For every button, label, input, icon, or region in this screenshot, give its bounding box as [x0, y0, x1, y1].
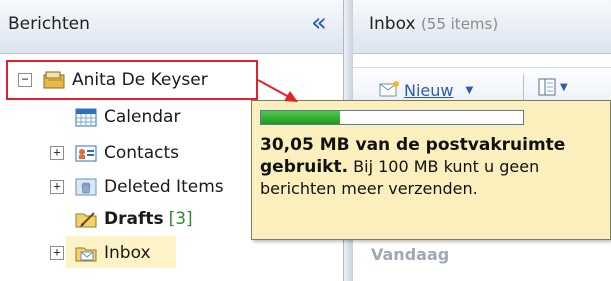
quota-progress-fill: [261, 111, 340, 124]
inbox-icon: [75, 247, 97, 262]
new-message-button[interactable]: Nieuw ▼: [378, 80, 473, 100]
folder-label-deleted-items: Deleted Items: [104, 177, 224, 197]
folder-label-contacts: Contacts: [104, 143, 179, 163]
calendar-icon: [75, 108, 97, 127]
inbox-item-count: (55 items): [420, 15, 499, 33]
folder-pane-header: Berichten «: [0, 0, 343, 54]
expand-inbox-icon[interactable]: +: [50, 246, 64, 260]
tree-item-deleted-items[interactable]: + Deleted Items: [50, 170, 224, 204]
tree-item-calendar[interactable]: Calendar: [74, 100, 180, 134]
expand-contacts-icon[interactable]: +: [50, 146, 64, 160]
message-list-header: Inbox (55 items): [353, 0, 611, 54]
contacts-icon: [75, 145, 97, 162]
account-highlight-box: [6, 60, 258, 100]
tree-item-inbox[interactable]: + Inbox: [50, 236, 151, 270]
group-heading-today: Vandaag: [371, 245, 450, 264]
inbox-title: Inbox: [369, 14, 416, 34]
tree-item-drafts[interactable]: Drafts [3]: [74, 202, 193, 236]
view-chevron-down-icon[interactable]: ▼: [560, 82, 568, 93]
tree-item-contacts[interactable]: + Contacts: [50, 136, 179, 170]
view-options-button[interactable]: ▼: [538, 78, 568, 96]
quota-progress-bar: [260, 110, 524, 125]
folder-label-calendar: Calendar: [104, 107, 181, 127]
new-mail-icon: [379, 81, 399, 97]
expand-deleted-items-icon[interactable]: +: [50, 180, 64, 194]
reading-pane-icon: [538, 78, 556, 96]
collapse-pane-button[interactable]: «: [305, 10, 333, 38]
new-button-label: Nieuw: [404, 80, 454, 100]
mailbox-quota-tooltip: 30,05 MB van de postvakruimte gebruikt. …: [251, 100, 611, 240]
folder-label-inbox: Inbox: [104, 243, 151, 263]
drafts-count: [3]: [168, 209, 193, 229]
chevron-down-icon[interactable]: ▼: [465, 85, 473, 96]
inbox-heading: Inbox (55 items): [369, 14, 498, 34]
drafts-icon: [75, 212, 97, 228]
quota-message: 30,05 MB van de postvakruimte gebruikt. …: [260, 134, 600, 200]
folder-pane-title: Berichten: [8, 14, 90, 34]
trash-icon: [75, 178, 97, 196]
folder-label-drafts: Drafts: [104, 209, 164, 229]
